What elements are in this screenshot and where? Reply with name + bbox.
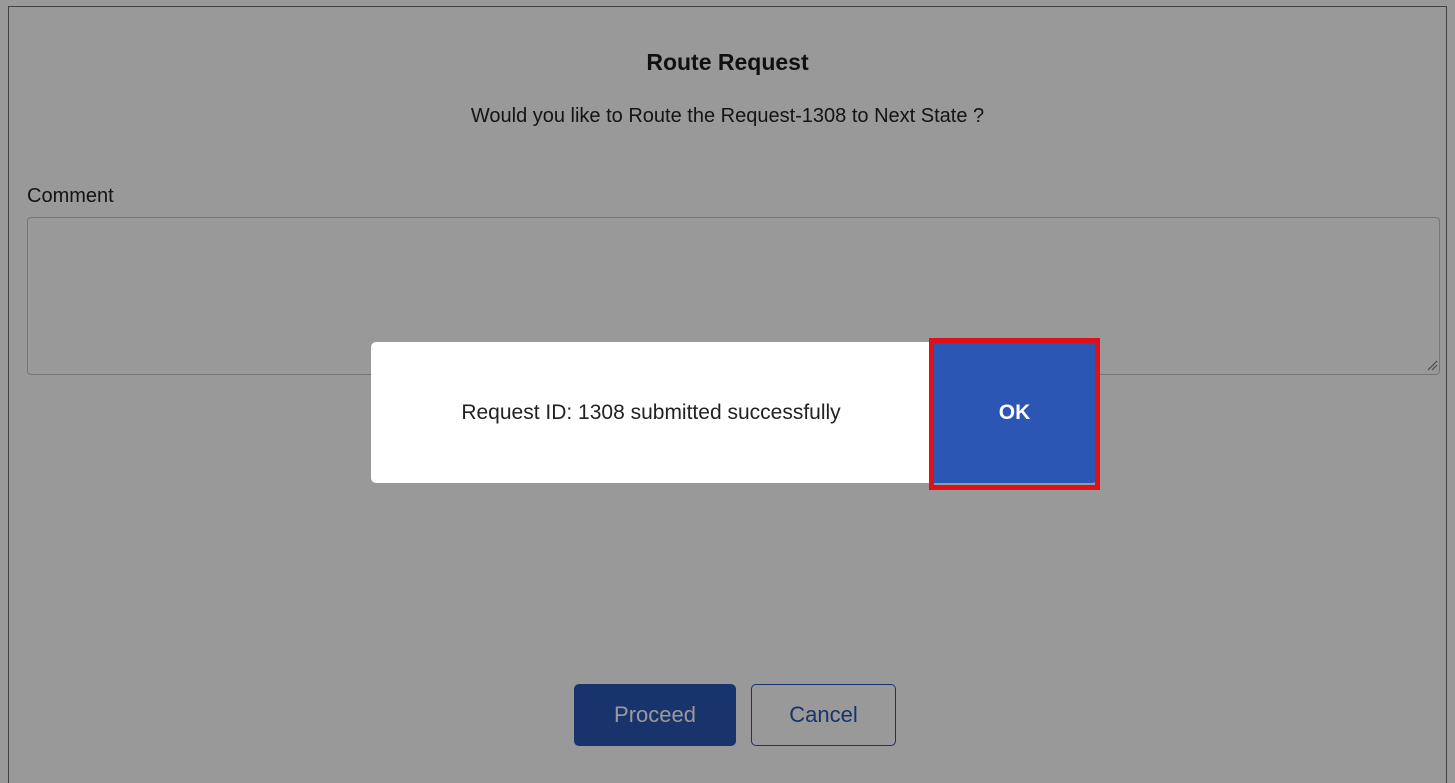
success-message-dialog: Request ID: 1308 submitted successfully … xyxy=(371,342,1098,483)
ok-button[interactable]: OK xyxy=(931,342,1098,483)
success-message: Request ID: 1308 submitted successfully xyxy=(461,401,841,424)
